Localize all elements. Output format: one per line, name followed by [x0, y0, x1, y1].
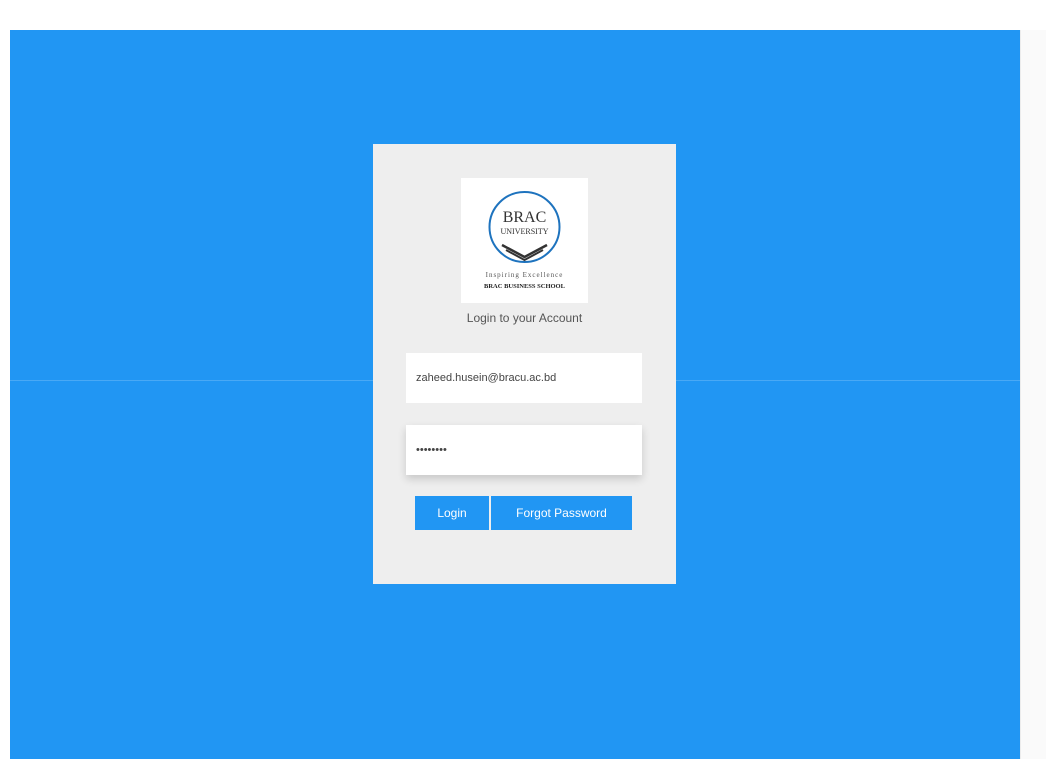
login-subtitle: Login to your Account — [466, 311, 583, 325]
logo-school: BRAC BUSINESS SCHOOL — [484, 283, 566, 290]
email-input[interactable] — [406, 353, 642, 403]
password-input[interactable] — [406, 425, 642, 475]
logo-line2: UNIVERSITY — [501, 227, 549, 236]
logo-tagline: Inspiring Excellence — [486, 271, 564, 279]
brac-university-logo: BRAC UNIVERSITY Inspiring Excellence BRA… — [461, 178, 588, 303]
login-button[interactable]: Login — [415, 496, 489, 530]
forgot-password-button[interactable]: Forgot Password — [491, 496, 632, 530]
login-card: BRAC UNIVERSITY Inspiring Excellence BRA… — [373, 144, 676, 584]
login-background-panel: BRAC UNIVERSITY Inspiring Excellence BRA… — [10, 30, 1020, 759]
right-gutter — [1020, 30, 1046, 759]
logo-graphic: BRAC UNIVERSITY Inspiring Excellence BRA… — [484, 191, 566, 290]
logo-line1: BRAC — [503, 209, 547, 226]
page: BRAC UNIVERSITY Inspiring Excellence BRA… — [0, 0, 1046, 759]
